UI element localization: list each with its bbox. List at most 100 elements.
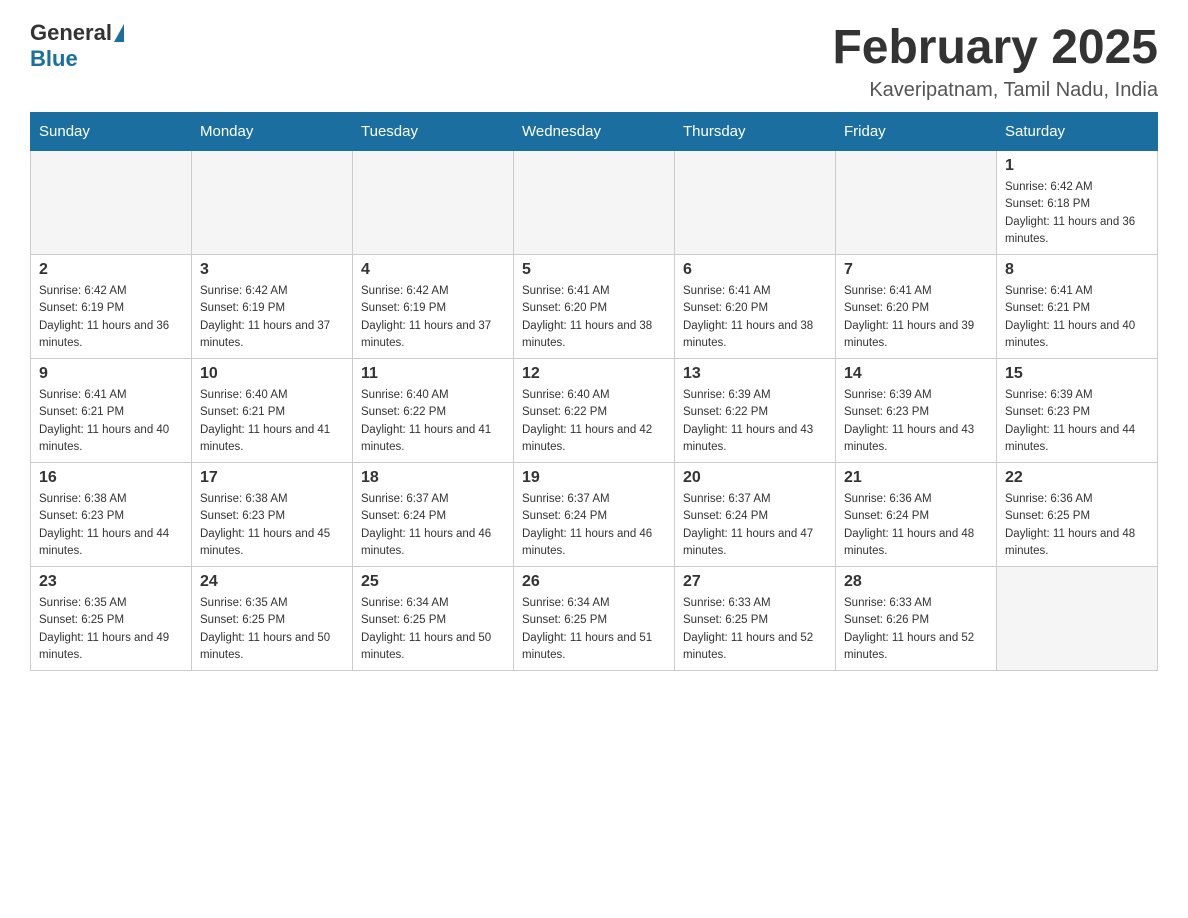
week-row-1: 1 Sunrise: 6:42 AM Sunset: 6:18 PM Daylig… <box>31 151 1158 255</box>
title-section: February 2025 Kaveripatnam, Tamil Nadu, … <box>832 20 1158 102</box>
calendar-cell: 1 Sunrise: 6:42 AM Sunset: 6:18 PM Daylig… <box>997 151 1158 255</box>
day-info: Sunrise: 6:39 AM Sunset: 6:23 PM Dayligh… <box>1005 387 1149 456</box>
logo-blue-text: Blue <box>30 46 78 72</box>
calendar-cell <box>192 151 353 255</box>
day-info: Sunrise: 6:39 AM Sunset: 6:22 PM Dayligh… <box>683 387 827 456</box>
calendar-cell: 27Sunrise: 6:33 AM Sunset: 6:25 PM Dayli… <box>675 567 836 671</box>
day-number: 14 <box>844 365 988 383</box>
day-number: 6 <box>683 261 827 279</box>
day-number: 20 <box>683 469 827 487</box>
calendar-cell: 2 Sunrise: 6:42 AM Sunset: 6:19 PM Daylig… <box>31 255 192 359</box>
calendar-cell: 5 Sunrise: 6:41 AM Sunset: 6:20 PM Daylig… <box>514 255 675 359</box>
calendar-cell <box>997 567 1158 671</box>
calendar-cell: 7Sunrise: 6:41 AM Sunset: 6:20 PM Daylig… <box>836 255 997 359</box>
day-header-sunday: Sunday <box>31 113 192 151</box>
calendar-table: SundayMondayTuesdayWednesdayThursdayFrid… <box>30 112 1158 671</box>
calendar-cell: 18 Sunrise: 6:37 AM Sunset: 6:24 PM Dayli… <box>353 463 514 567</box>
day-number: 26 <box>522 573 666 591</box>
calendar-cell: 15 Sunrise: 6:39 AM Sunset: 6:23 PM Dayli… <box>997 359 1158 463</box>
day-info: Sunrise: 6:42 AM Sunset: 6:19 PM Dayligh… <box>200 283 344 352</box>
day-info: Sunrise: 6:33 AM Sunset: 6:26 PM Dayligh… <box>844 595 988 664</box>
calendar-cell: 22Sunrise: 6:36 AM Sunset: 6:25 PM Dayli… <box>997 463 1158 567</box>
day-number: 19 <box>522 469 666 487</box>
calendar-cell: 3Sunrise: 6:42 AM Sunset: 6:19 PM Daylig… <box>192 255 353 359</box>
logo-general: General <box>30 20 125 46</box>
day-number: 17 <box>200 469 344 487</box>
calendar-cell: 24 Sunrise: 6:35 AM Sunset: 6:25 PM Dayli… <box>192 567 353 671</box>
calendar-cell: 11 Sunrise: 6:40 AM Sunset: 6:22 PM Dayli… <box>353 359 514 463</box>
week-row-4: 16 Sunrise: 6:38 AM Sunset: 6:23 PM Dayli… <box>31 463 1158 567</box>
calendar-body: 1 Sunrise: 6:42 AM Sunset: 6:18 PM Daylig… <box>31 151 1158 671</box>
day-info: Sunrise: 6:42 AM Sunset: 6:19 PM Dayligh… <box>39 283 183 352</box>
day-info: Sunrise: 6:40 AM Sunset: 6:21 PM Dayligh… <box>200 387 344 456</box>
day-number: 5 <box>522 261 666 279</box>
calendar-cell: 25Sunrise: 6:34 AM Sunset: 6:25 PM Dayli… <box>353 567 514 671</box>
day-info: Sunrise: 6:36 AM Sunset: 6:24 PM Dayligh… <box>844 491 988 560</box>
day-header-tuesday: Tuesday <box>353 113 514 151</box>
day-number: 4 <box>361 261 505 279</box>
day-info: Sunrise: 6:41 AM Sunset: 6:20 PM Dayligh… <box>844 283 988 352</box>
calendar-cell: 28Sunrise: 6:33 AM Sunset: 6:26 PM Dayli… <box>836 567 997 671</box>
day-info: Sunrise: 6:41 AM Sunset: 6:21 PM Dayligh… <box>1005 283 1149 352</box>
calendar-cell: 20 Sunrise: 6:37 AM Sunset: 6:24 PM Dayli… <box>675 463 836 567</box>
day-info: Sunrise: 6:35 AM Sunset: 6:25 PM Dayligh… <box>39 595 183 664</box>
calendar-cell: 6 Sunrise: 6:41 AM Sunset: 6:20 PM Daylig… <box>675 255 836 359</box>
day-number: 1 <box>1005 157 1149 175</box>
calendar-cell: 14 Sunrise: 6:39 AM Sunset: 6:23 PM Dayli… <box>836 359 997 463</box>
day-header-friday: Friday <box>836 113 997 151</box>
day-info: Sunrise: 6:35 AM Sunset: 6:25 PM Dayligh… <box>200 595 344 664</box>
calendar-cell: 21Sunrise: 6:36 AM Sunset: 6:24 PM Dayli… <box>836 463 997 567</box>
day-number: 2 <box>39 261 183 279</box>
page-header: General Blue February 2025 Kaveripatnam,… <box>30 20 1158 102</box>
calendar-cell: 10 Sunrise: 6:40 AM Sunset: 6:21 PM Dayli… <box>192 359 353 463</box>
day-number: 10 <box>200 365 344 383</box>
day-header-monday: Monday <box>192 113 353 151</box>
logo: General Blue <box>30 20 125 72</box>
day-info: Sunrise: 6:34 AM Sunset: 6:25 PM Dayligh… <box>522 595 666 664</box>
calendar-cell: 4 Sunrise: 6:42 AM Sunset: 6:19 PM Daylig… <box>353 255 514 359</box>
calendar-cell: 23 Sunrise: 6:35 AM Sunset: 6:25 PM Dayli… <box>31 567 192 671</box>
calendar-cell <box>514 151 675 255</box>
day-number: 12 <box>522 365 666 383</box>
day-header-saturday: Saturday <box>997 113 1158 151</box>
day-info: Sunrise: 6:37 AM Sunset: 6:24 PM Dayligh… <box>361 491 505 560</box>
day-info: Sunrise: 6:41 AM Sunset: 6:20 PM Dayligh… <box>522 283 666 352</box>
day-info: Sunrise: 6:38 AM Sunset: 6:23 PM Dayligh… <box>39 491 183 560</box>
week-row-2: 2 Sunrise: 6:42 AM Sunset: 6:19 PM Daylig… <box>31 255 1158 359</box>
day-number: 9 <box>39 365 183 383</box>
day-info: Sunrise: 6:38 AM Sunset: 6:23 PM Dayligh… <box>200 491 344 560</box>
logo-general-text: General <box>30 20 112 46</box>
day-number: 15 <box>1005 365 1149 383</box>
day-header-thursday: Thursday <box>675 113 836 151</box>
day-number: 27 <box>683 573 827 591</box>
week-row-5: 23 Sunrise: 6:35 AM Sunset: 6:25 PM Dayli… <box>31 567 1158 671</box>
calendar-cell: 13 Sunrise: 6:39 AM Sunset: 6:22 PM Dayli… <box>675 359 836 463</box>
day-number: 24 <box>200 573 344 591</box>
calendar-cell <box>836 151 997 255</box>
day-info: Sunrise: 6:42 AM Sunset: 6:19 PM Dayligh… <box>361 283 505 352</box>
calendar-cell: 26 Sunrise: 6:34 AM Sunset: 6:25 PM Dayli… <box>514 567 675 671</box>
day-number: 23 <box>39 573 183 591</box>
day-info: Sunrise: 6:41 AM Sunset: 6:20 PM Dayligh… <box>683 283 827 352</box>
days-of-week-row: SundayMondayTuesdayWednesdayThursdayFrid… <box>31 113 1158 151</box>
day-number: 8 <box>1005 261 1149 279</box>
day-info: Sunrise: 6:41 AM Sunset: 6:21 PM Dayligh… <box>39 387 183 456</box>
calendar-header: SundayMondayTuesdayWednesdayThursdayFrid… <box>31 113 1158 151</box>
day-number: 13 <box>683 365 827 383</box>
day-number: 11 <box>361 365 505 383</box>
calendar-cell: 12 Sunrise: 6:40 AM Sunset: 6:22 PM Dayli… <box>514 359 675 463</box>
logo-triangle-icon <box>114 24 124 42</box>
day-info: Sunrise: 6:39 AM Sunset: 6:23 PM Dayligh… <box>844 387 988 456</box>
calendar-cell: 19Sunrise: 6:37 AM Sunset: 6:24 PM Dayli… <box>514 463 675 567</box>
day-info: Sunrise: 6:42 AM Sunset: 6:18 PM Dayligh… <box>1005 179 1149 248</box>
day-number: 22 <box>1005 469 1149 487</box>
day-info: Sunrise: 6:37 AM Sunset: 6:24 PM Dayligh… <box>683 491 827 560</box>
calendar-title: February 2025 <box>832 20 1158 75</box>
day-number: 18 <box>361 469 505 487</box>
calendar-subtitle: Kaveripatnam, Tamil Nadu, India <box>832 79 1158 102</box>
day-info: Sunrise: 6:34 AM Sunset: 6:25 PM Dayligh… <box>361 595 505 664</box>
day-number: 16 <box>39 469 183 487</box>
week-row-3: 9 Sunrise: 6:41 AM Sunset: 6:21 PM Daylig… <box>31 359 1158 463</box>
day-info: Sunrise: 6:40 AM Sunset: 6:22 PM Dayligh… <box>361 387 505 456</box>
day-info: Sunrise: 6:40 AM Sunset: 6:22 PM Dayligh… <box>522 387 666 456</box>
